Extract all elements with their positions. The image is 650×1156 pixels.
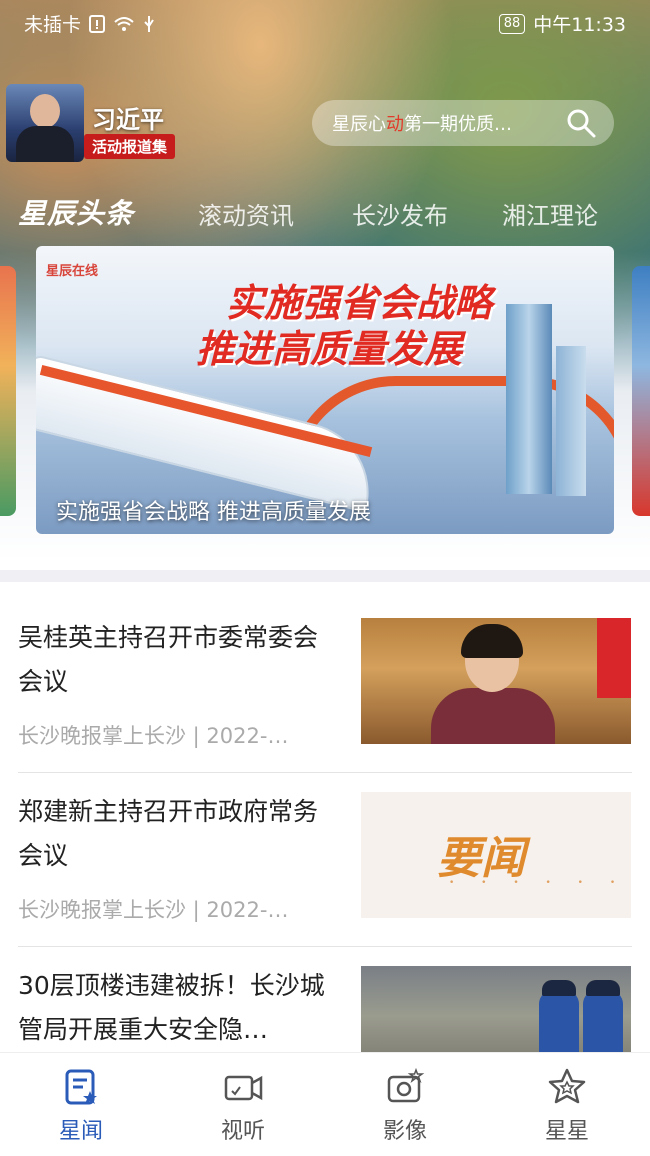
thumbnail-decoration: • • • • • • [449,878,628,888]
skyscraper-shape [506,304,552,494]
nav-item-photo[interactable]: 影像 [324,1053,486,1156]
tab-brand-headline[interactable]: 星辰头条 [18,192,134,232]
nav-label: 影像 [382,1119,427,1144]
officer-shape [542,980,576,996]
status-right: 88 中午11:33 [498,10,626,37]
banner-subtitle: 活动报道集 [84,134,176,159]
carousel-caption: 实施强省会战略 推进高质量发展 [56,500,371,525]
wifi-icon [114,16,134,31]
news-item[interactable]: 郑建新主持召开市政府常务会议 长沙晚报掌上长沙 | 2022-… 要闻 • • … [0,774,650,934]
carousel-headline-2: 推进高质量发展 [196,327,463,371]
flag-shape [597,618,631,698]
list-divider [18,772,632,773]
news-title: 吴桂英主持召开市委常委会会议 [18,623,319,696]
news-icon [65,1069,97,1105]
skyscraper-shape [556,346,586,496]
person-shape [461,624,523,658]
news-thumbnail [361,618,631,744]
person-shape [431,688,555,744]
thumbnail-label: 要闻 [437,833,525,884]
status-left: 未插卡 [24,10,155,37]
nav-item-video[interactable]: 视听 [162,1053,324,1156]
list-divider [18,946,632,947]
nav-label: 星星 [544,1119,589,1144]
battery-icon: 88 [498,13,526,34]
news-thumbnail: 要闻 • • • • • • [361,792,631,918]
tab-xiangjiang-theory[interactable]: 湘江理论 [502,196,598,231]
news-meta: 长沙晚报掌上长沙 | 2022-… [18,724,289,748]
search-text-suffix: 第一期优质… [404,114,512,135]
banner-name: 习近平 [92,106,164,134]
news-title: 30层顶楼违建被拆！长沙城管局开展重大安全隐… [18,971,325,1044]
search-icon[interactable] [566,108,596,138]
officer-shape [586,980,620,996]
status-bar: 未插卡 88 中午11:33 [0,0,650,44]
tab-changsha-release[interactable]: 长沙发布 [352,196,448,231]
star-icon [548,1068,586,1104]
section-divider [0,570,650,582]
bottom-nav: 星闻 视听 影像 星星 [0,1052,650,1156]
nav-label: 星闻 [58,1119,103,1144]
usb-icon [144,15,154,32]
leader-portrait [6,84,84,162]
search-bar[interactable]: 星辰心动第一期优质… [312,100,614,146]
top-tab-bar: 星辰头条 滚动资讯 长沙发布 湘江理论 [0,188,650,238]
nav-item-star[interactable]: 星星 [486,1053,648,1156]
video-icon [224,1075,263,1101]
xi-report-banner[interactable]: 习近平 活动报道集 [0,84,200,164]
carousel-slide[interactable]: 星辰在线 实施强省会战略 推进高质量发展 实施强省会战略 推进高质量发展 [36,246,614,534]
nav-label: 视听 [220,1119,265,1144]
sim-icon [89,14,106,33]
carousel-prev-slide[interactable] [0,266,16,516]
carousel-next-slide[interactable] [632,266,650,516]
carousel-logo: 星辰在线 [46,264,99,279]
search-placeholder: 星辰心动第一期优质… [332,110,554,136]
camera-icon [387,1067,425,1103]
clock-text: 中午11:33 [533,14,626,36]
search-text-highlight: 动 [386,114,404,135]
tab-scrolling-news[interactable]: 滚动资讯 [198,196,294,231]
news-title: 郑建新主持召开市政府常务会议 [18,797,319,870]
news-meta: 长沙晚报掌上长沙 | 2022-… [18,898,289,922]
carrier-text: 未插卡 [24,14,82,36]
search-text-prefix: 星辰心 [332,114,386,135]
nav-item-news[interactable]: 星闻 [0,1053,162,1156]
news-item[interactable]: 吴桂英主持召开市委常委会会议 长沙晚报掌上长沙 | 2022-… [0,600,650,760]
